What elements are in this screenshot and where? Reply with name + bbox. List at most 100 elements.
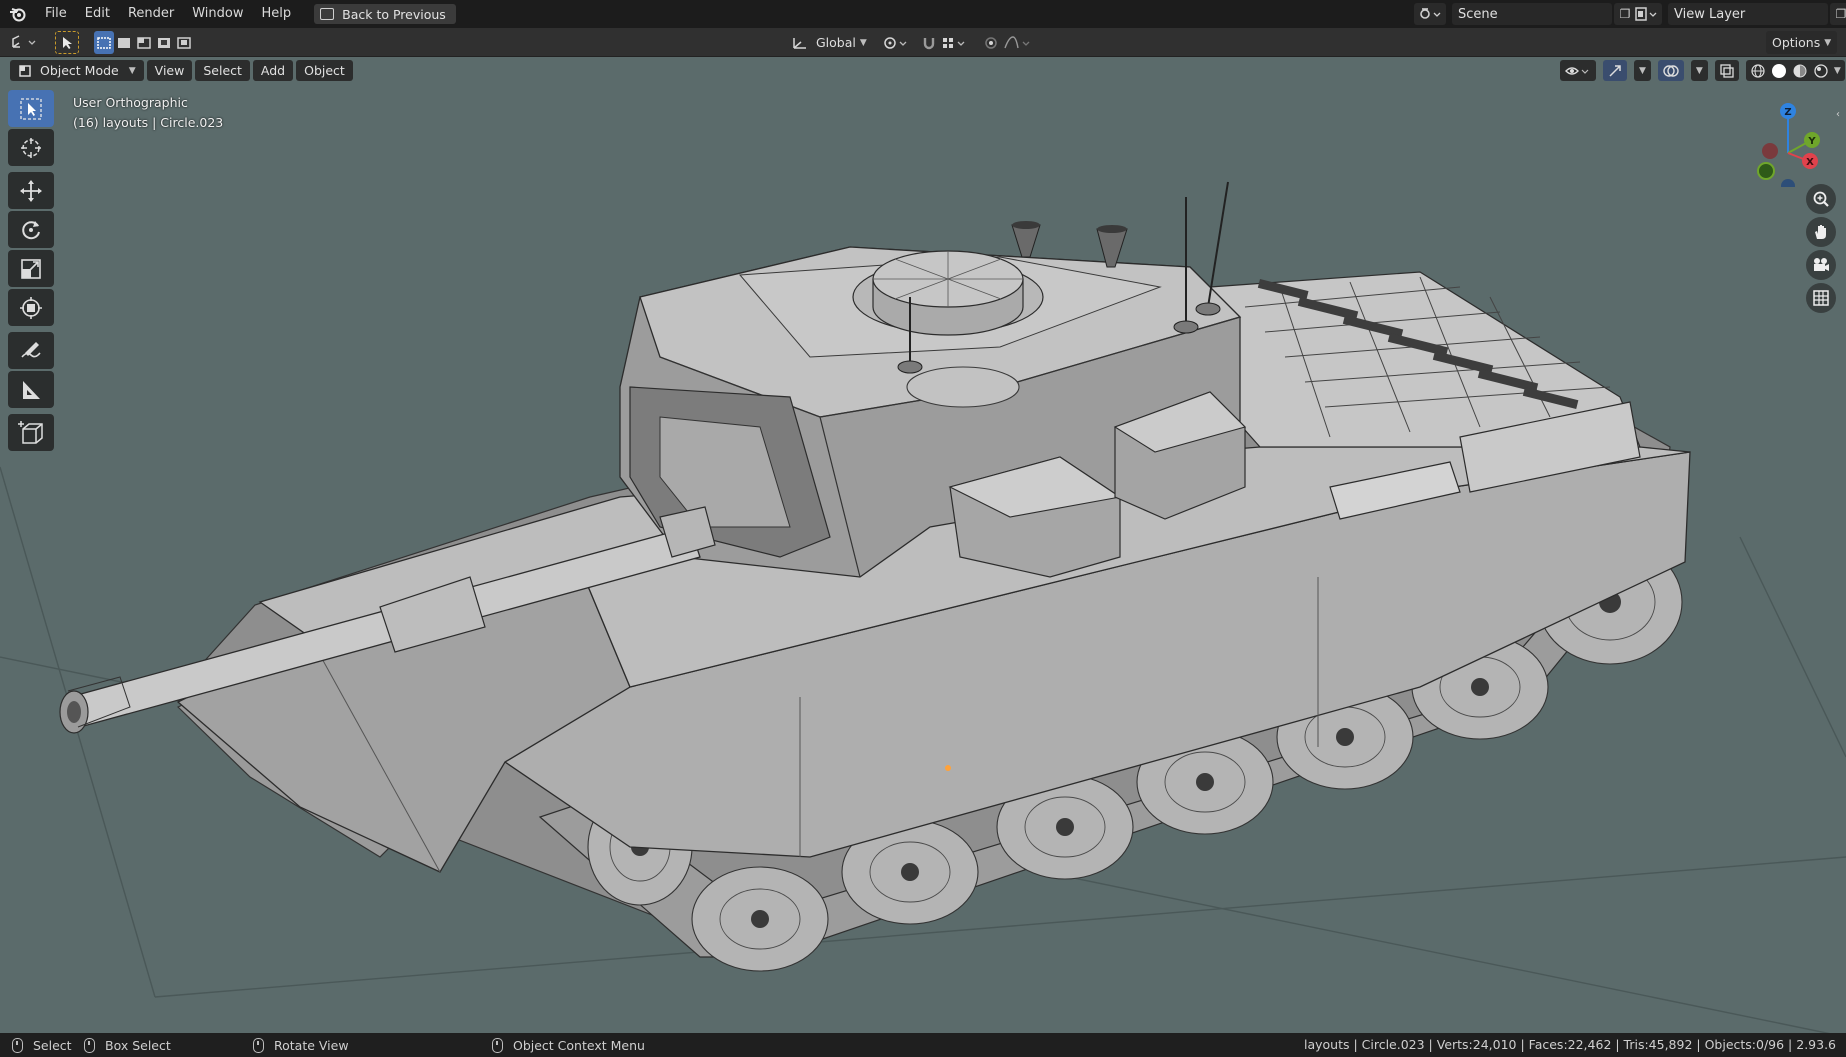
select-subtract-icon[interactable] — [134, 31, 154, 54]
menu-add[interactable]: Add — [252, 60, 294, 81]
add-cube-icon — [18, 420, 43, 444]
select-intersect-icon[interactable] — [174, 31, 194, 54]
view-layer-icon — [1635, 7, 1657, 21]
status-box-select-hint: Box Select — [84, 1033, 171, 1057]
gizmo-dropdown-icon[interactable]: ▼ — [1634, 60, 1651, 81]
visibility-eye-icon[interactable] — [1560, 60, 1596, 81]
pan-hand-icon[interactable] — [1806, 217, 1836, 247]
shading-dropdown-icon[interactable]: ▼ — [1834, 66, 1841, 76]
view-projection-label: User Orthographic — [73, 95, 188, 110]
material-shading-icon[interactable] — [1792, 63, 1808, 79]
status-select-label: Select — [33, 1037, 72, 1053]
view-info-overlay: User Orthographic (16) layouts | Circle.… — [73, 93, 223, 133]
status-bar: Select Box Select Rotate View Object Con… — [0, 1033, 1846, 1057]
menu-render[interactable]: Render — [119, 0, 183, 28]
sidebar-toggle-icon[interactable]: ‹ — [1836, 109, 1840, 120]
menu-edit[interactable]: Edit — [76, 0, 119, 28]
menu-view[interactable]: View — [146, 60, 193, 81]
magnet-snap-icon[interactable] — [918, 31, 940, 54]
measure-tool[interactable] — [8, 371, 54, 408]
xray-toggle-icon[interactable] — [1714, 60, 1739, 81]
chevron-down-icon: ▼ — [1824, 37, 1832, 48]
pivot-point-dropdown[interactable] — [880, 31, 914, 54]
gizmo-y-label: Y — [1807, 136, 1816, 147]
solid-shading-icon[interactable] — [1771, 63, 1787, 79]
menu-window[interactable]: Window — [183, 0, 252, 28]
orientation-axes-icon — [793, 37, 806, 49]
status-context-hint: Object Context Menu — [492, 1033, 645, 1057]
editor-type-button[interactable] — [8, 31, 42, 54]
snapping-group — [918, 31, 970, 54]
status-context-label: Object Context Menu — [513, 1037, 645, 1053]
pivot-point-icon — [880, 31, 914, 54]
transform-icon — [20, 296, 42, 319]
3d-viewport[interactable]: Object Mode ▼ View Select Add Object ▼ ▼ — [0, 57, 1846, 1033]
scene-statistics: layouts | Circle.023 | Verts:24,010 | Fa… — [1303, 1037, 1836, 1052]
mouse-left-icon — [12, 1037, 23, 1053]
mouse-right-icon — [492, 1037, 503, 1053]
3d-cursor-icon — [21, 137, 41, 158]
object-mode-icon — [19, 64, 31, 77]
rendered-shading-icon[interactable] — [1813, 63, 1829, 79]
tool-settings — [55, 31, 79, 54]
tool-shelf — [8, 90, 54, 453]
transform-tool[interactable] — [8, 289, 54, 326]
mode-label: Object Mode — [40, 63, 119, 78]
tool-header: Global ▼ Options ▼ — [0, 28, 1846, 57]
transform-orientation-dropdown[interactable]: Global ▼ — [786, 31, 873, 54]
move-tool[interactable] — [8, 172, 54, 209]
view-layer-selector: View Layer ❐ ✕ — [1630, 3, 1846, 25]
back-to-previous-label: Back to Previous — [342, 6, 446, 22]
menu-select[interactable]: Select — [195, 60, 250, 81]
status-select-hint: Select — [12, 1033, 72, 1057]
falloff-curve-icon[interactable] — [1002, 31, 1034, 54]
options-dropdown[interactable]: Options ▼ — [1766, 31, 1838, 54]
menu-file[interactable]: File — [36, 0, 76, 28]
mode-dropdown[interactable]: Object Mode ▼ — [10, 60, 144, 81]
chevron-down-icon: ▼ — [859, 37, 867, 48]
cursor-arrow-icon — [20, 97, 42, 120]
wireframe-shading-icon[interactable] — [1750, 63, 1766, 79]
mouse-drag-icon — [84, 1037, 95, 1053]
scale-tool[interactable] — [8, 250, 54, 287]
scene-name-field[interactable]: Scene — [1452, 3, 1612, 25]
camera-view-icon[interactable] — [1806, 250, 1836, 280]
navigation-gizmo[interactable]: Z Y X — [1752, 97, 1838, 193]
proportional-editing-icon[interactable] — [980, 31, 1002, 54]
rotate-tool[interactable] — [8, 211, 54, 248]
cursor-tool[interactable] — [8, 129, 54, 166]
zoom-icon[interactable] — [1806, 184, 1836, 214]
add-cube-tool[interactable] — [8, 414, 54, 451]
scale-icon — [21, 258, 41, 279]
view-layer-name-field[interactable]: View Layer — [1668, 3, 1828, 25]
active-tool-cursor-icon[interactable] — [55, 31, 79, 54]
snap-increment-icon[interactable] — [940, 31, 970, 54]
move-arrows-icon — [20, 179, 42, 202]
back-to-previous-button[interactable]: Back to Previous — [314, 4, 456, 24]
select-box-tool[interactable] — [8, 90, 54, 127]
scene-browse-button[interactable] — [1414, 3, 1446, 25]
overlays-dropdown-icon[interactable]: ▼ — [1690, 60, 1708, 81]
selection-mode-group — [94, 31, 194, 54]
select-new-icon[interactable] — [94, 31, 114, 54]
blender-logo-icon[interactable] — [8, 4, 28, 24]
menu-help[interactable]: Help — [253, 0, 301, 28]
menu-object[interactable]: Object — [296, 60, 353, 81]
viewport-overlay-buttons: ▼ ▼ ▼ — [1560, 60, 1846, 81]
gizmo-neg-x — [1762, 143, 1778, 159]
gizmo-x-label: X — [1806, 157, 1814, 168]
scene-selector: Scene ❐ ✕ — [1414, 3, 1658, 25]
gizmo-toggle-icon[interactable] — [1603, 60, 1627, 81]
status-rotate-label: Rotate View — [274, 1037, 349, 1053]
perspective-grid-icon[interactable] — [1806, 283, 1836, 313]
shading-mode-group: ▼ — [1745, 60, 1845, 81]
proportional-editing-group — [980, 31, 1034, 54]
overlays-toggle-icon[interactable] — [1657, 60, 1684, 81]
select-invert-icon[interactable] — [154, 31, 174, 54]
transform-orientation-label: Global — [816, 35, 856, 50]
mouse-middle-icon — [253, 1037, 264, 1053]
select-extend-icon[interactable] — [114, 31, 134, 54]
view-layer-browse-button[interactable] — [1630, 3, 1662, 25]
annotate-tool[interactable] — [8, 332, 54, 369]
new-view-layer-icon[interactable]: ❐ — [1830, 3, 1846, 25]
